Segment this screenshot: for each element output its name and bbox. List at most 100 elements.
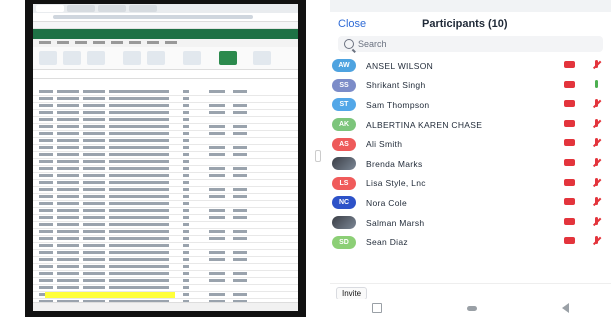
- muted-mic-icon[interactable]: [564, 80, 575, 88]
- grid-row: [33, 194, 298, 201]
- spreadsheet-screenshot: [33, 4, 298, 311]
- avatar: [332, 157, 356, 171]
- spreadsheet-grid: [33, 89, 298, 310]
- grid-row: [33, 131, 298, 138]
- muted-mic-icon[interactable]: [564, 237, 575, 245]
- participant-name: Sam Thompson: [366, 99, 430, 110]
- grid-row: [33, 124, 298, 131]
- grid-row: [33, 180, 298, 187]
- grid-row: [33, 278, 298, 285]
- muted-mic-icon[interactable]: [564, 158, 575, 166]
- video-off-icon[interactable]: [591, 138, 601, 148]
- participant-row[interactable]: Salman Marsh: [330, 213, 611, 233]
- participant-row[interactable]: AS Ali Smith: [330, 134, 611, 154]
- avatar: SD: [332, 235, 356, 249]
- browser-tab-strip: [33, 4, 298, 13]
- back-icon[interactable]: [561, 303, 569, 313]
- grid-row: [33, 250, 298, 257]
- participant-name: ANSEL WILSON: [366, 60, 434, 71]
- muted-mic-icon[interactable]: [564, 217, 575, 225]
- recent-apps-icon[interactable]: [372, 303, 383, 313]
- grid-row: [33, 285, 298, 292]
- spreadsheet-status-bar: [33, 302, 298, 311]
- video-off-icon[interactable]: [591, 216, 601, 227]
- grid-row: [33, 236, 298, 243]
- avatar: ST: [332, 98, 356, 112]
- muted-mic-icon[interactable]: [564, 139, 575, 147]
- grid-row: [33, 243, 298, 250]
- browser-tab: [98, 5, 126, 12]
- avatar: [332, 216, 356, 230]
- grid-row: [33, 159, 298, 166]
- panel-footer: Invite: [330, 283, 611, 300]
- grid-row: [33, 264, 298, 271]
- participant-row[interactable]: SS Shrikant Singh: [330, 76, 611, 96]
- formula-bar: [33, 70, 298, 79]
- address-bar: [33, 13, 298, 22]
- participant-name: Nora Cole: [366, 197, 407, 208]
- grid-row: [33, 271, 298, 278]
- participant-name: ALBERTINA KAREN CHASE: [366, 119, 483, 130]
- participant-name: Sean Diaz: [366, 237, 408, 248]
- video-on-icon[interactable]: [591, 79, 601, 90]
- android-nav-bar: [330, 299, 611, 317]
- participant-row[interactable]: SD Sean Diaz: [330, 232, 611, 252]
- avatar: AW: [332, 59, 356, 73]
- browser-tab: [67, 5, 95, 12]
- phone-status-bar: [330, 0, 611, 12]
- video-off-icon[interactable]: [591, 99, 601, 109]
- video-off-icon[interactable]: [591, 236, 601, 246]
- participant-name: Shrikant Singh: [366, 80, 426, 91]
- search-icon: [344, 39, 354, 49]
- grid-row: [33, 145, 298, 152]
- grid-row: [33, 166, 298, 173]
- home-icon[interactable]: [466, 305, 477, 311]
- search-input[interactable]: Search: [338, 36, 603, 52]
- search-placeholder: Search: [358, 39, 387, 49]
- video-off-icon[interactable]: [591, 157, 601, 168]
- panel-title: Participants (10): [422, 18, 508, 30]
- avatar: NC: [332, 196, 356, 210]
- participant-list: AW ANSEL WILSON SS Shrikant Singh ST Sam Thom…: [330, 56, 611, 252]
- grid-row: [33, 152, 298, 159]
- participant-name: Salman Marsh: [366, 217, 425, 228]
- grid-row: [33, 215, 298, 222]
- participant-row[interactable]: Brenda Marks: [330, 154, 611, 174]
- grid-row: [33, 138, 298, 145]
- muted-mic-icon[interactable]: [564, 178, 575, 186]
- participants-panel: Close Participants (10) Search AW ANSEL W…: [330, 0, 611, 317]
- grid-row: [33, 103, 298, 110]
- browser-tab: [36, 5, 64, 12]
- participant-row[interactable]: AW ANSEL WILSON: [330, 56, 611, 76]
- muted-mic-icon[interactable]: [564, 119, 575, 127]
- muted-mic-icon[interactable]: [564, 61, 575, 68]
- video-off-icon[interactable]: [591, 177, 601, 188]
- divider-handle-icon[interactable]: [315, 150, 321, 162]
- browser-tab: [129, 5, 157, 12]
- video-off-icon[interactable]: [591, 197, 601, 207]
- grid-row: [33, 229, 298, 236]
- participant-name: Brenda Marks: [366, 158, 423, 169]
- grid-row: [33, 96, 298, 103]
- video-off-icon[interactable]: [591, 118, 601, 129]
- shared-screen-panel: [25, 0, 306, 317]
- spreadsheet-menu: [33, 39, 298, 47]
- avatar: AK: [332, 118, 356, 132]
- grid-row: [33, 257, 298, 264]
- avatar: SS: [332, 78, 356, 92]
- participant-row[interactable]: NC Nora Cole: [330, 193, 611, 213]
- muted-mic-icon[interactable]: [564, 198, 575, 206]
- panel-header: Close Participants (10): [330, 12, 611, 34]
- avatar: AS: [332, 137, 356, 151]
- muted-mic-icon[interactable]: [564, 100, 575, 108]
- close-button[interactable]: Close: [338, 18, 366, 30]
- grid-row: [33, 208, 298, 215]
- video-off-icon[interactable]: [591, 60, 601, 70]
- grid-row: [33, 89, 298, 96]
- participant-row[interactable]: LS Lisa Style, Lnc: [330, 174, 611, 194]
- sheet-tabs: [45, 292, 175, 298]
- spreadsheet-ribbon: [33, 47, 298, 70]
- participant-row[interactable]: AK ALBERTINA KAREN CHASE: [330, 115, 611, 135]
- grid-row: [33, 187, 298, 194]
- participant-row[interactable]: ST Sam Thompson: [330, 95, 611, 115]
